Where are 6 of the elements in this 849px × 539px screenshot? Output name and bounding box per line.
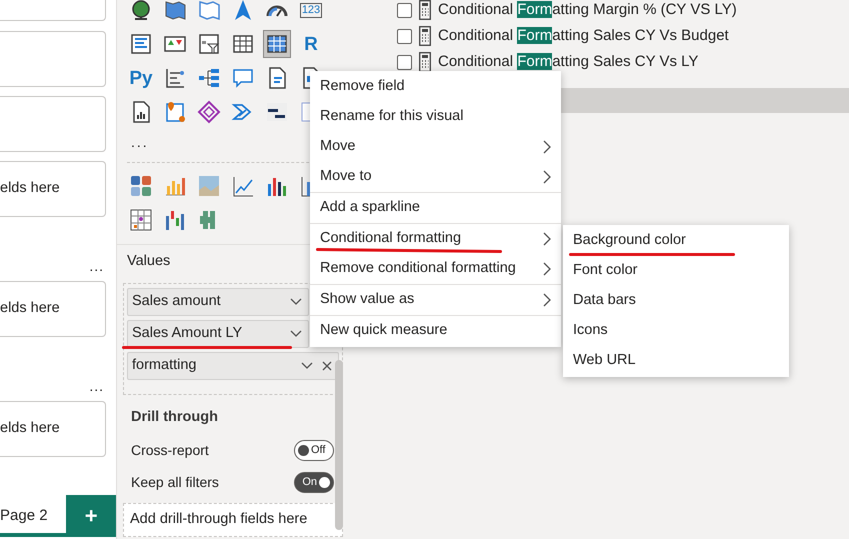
toggle-label: Cross-report xyxy=(131,441,209,460)
field-label: formatting xyxy=(132,356,198,375)
field-label: Sales amount xyxy=(132,292,222,311)
field-label: Sales Amount LY xyxy=(132,324,244,343)
toggle-label: Keep all filters xyxy=(131,473,219,492)
section-title: Drill through xyxy=(131,408,219,427)
